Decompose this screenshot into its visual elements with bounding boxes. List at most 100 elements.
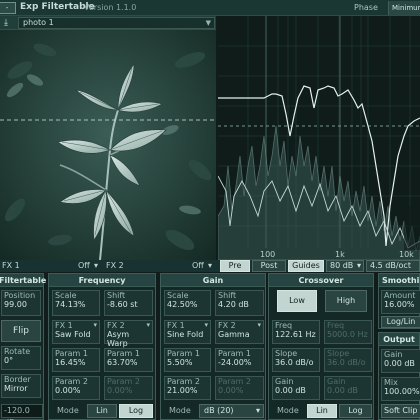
gain-scale-knob[interactable]: Scale 42.50%: [164, 290, 211, 316]
freq-param2a-knob[interactable]: Param 2 0.00%: [52, 376, 100, 400]
freq-scale-value: 74.13%: [55, 300, 86, 309]
freq-param1b-label: Param 1: [107, 349, 140, 358]
freq-param2b-knob[interactable]: Param 2 0.00%: [104, 376, 153, 400]
gain-param1b-knob[interactable]: Param 1 -24.00%: [215, 348, 264, 372]
freq-fx2-dropdown[interactable]: FX 2 Asym Warp ▾: [104, 320, 153, 348]
freq-param1a-label: Param 1: [55, 349, 88, 358]
freq-param1a-knob[interactable]: Param 1 16.45%: [52, 348, 100, 372]
fx-bar: FX 1 Off ▾ FX 2 Off ▾ Pre Post Guides 80…: [0, 260, 420, 272]
gain-param2b-knob[interactable]: Param 2 0.00%: [215, 376, 264, 400]
smoothing-title: Smoothing: [379, 274, 420, 287]
crossover-slope-label: Slope: [275, 349, 298, 358]
crossover-slope-knob[interactable]: Slope 36.0 dB/o: [272, 348, 320, 372]
image-select-bar: ⤓ photo 1 ▼: [0, 16, 216, 30]
image-fx1-label: FX 1: [2, 261, 20, 270]
crossover-high-button[interactable]: High: [325, 290, 367, 312]
output-gain-knob[interactable]: Gain 0.00 dB: [381, 349, 420, 373]
chevron-down-icon: ▾: [93, 321, 97, 329]
chevron-down-icon: ▾: [146, 321, 150, 329]
crossover-freq2-knob[interactable]: Freq 5000.0 Hz: [324, 320, 372, 344]
output-gain-value: 0.00 dB: [384, 359, 415, 368]
crossover-gain-knob[interactable]: Gain 0.00 dB: [272, 376, 320, 400]
guides-button[interactable]: Guides: [288, 260, 324, 272]
freq-fx2-label: FX 2: [107, 321, 125, 330]
chevron-down-icon: ▾: [204, 321, 208, 329]
spectrum-display[interactable]: 100 1k 10k: [218, 16, 420, 260]
flip-button[interactable]: Flip: [1, 320, 41, 342]
gain-param1b-value: -24.00%: [218, 358, 252, 367]
gain-param1a-knob[interactable]: Param 1 5.50%: [164, 348, 211, 372]
range-dropdown[interactable]: 80 dB ▾: [326, 260, 364, 272]
crossover-low-button[interactable]: Low: [277, 290, 317, 312]
smoothing-loglin-button[interactable]: Log/Lin: [381, 316, 420, 328]
crossover-lin-button[interactable]: Lin: [307, 404, 337, 418]
freq-scale-knob[interactable]: Scale 74.13%: [52, 290, 100, 316]
output-mix-value: 100.00%: [384, 387, 420, 396]
freq-lin-button[interactable]: Lin: [87, 404, 117, 418]
gain-fx1-label: FX 1: [167, 321, 185, 330]
chevron-down-icon: ▾: [94, 261, 99, 270]
freq-shift-knob[interactable]: Shift -8.60 st: [104, 290, 153, 316]
crossover-mode-label: Mode: [277, 406, 299, 415]
range-readout: -120.0 dB: [1, 404, 43, 420]
gain-fx2-label: FX 2: [218, 321, 236, 330]
position-value: 99.00: [4, 300, 27, 309]
load-image-icon[interactable]: ⤓: [4, 18, 14, 28]
rotate-value: 0°: [4, 356, 14, 365]
menu-button[interactable]: -: [0, 2, 16, 14]
gain-title: Gain: [161, 274, 265, 287]
gain-param2a-knob[interactable]: Param 2 21.00%: [164, 376, 211, 400]
crossover-log-button[interactable]: Log: [339, 404, 372, 418]
freq-fx2-value: Asym Warp: [107, 330, 130, 348]
crossover-freq2-label: Freq: [327, 321, 345, 330]
freq-log-button[interactable]: Log: [119, 404, 153, 418]
post-button[interactable]: Post: [252, 260, 286, 272]
gain-shift-knob[interactable]: Shift 4.20 dB: [215, 290, 264, 316]
crossover-freq-knob[interactable]: Freq 122.61 Hz: [272, 320, 320, 344]
freq-param2a-value: 0.00%: [55, 386, 81, 395]
tick-1k: 1k: [335, 250, 345, 259]
frequency-panel: Frequency Scale 74.13% Shift -8.60 st FX…: [48, 273, 156, 420]
gain-fx2-dropdown[interactable]: FX 2 Gamma ▾: [215, 320, 264, 344]
smoothing-amount-knob[interactable]: Amount 16.00%: [381, 290, 420, 314]
phase-label: Phase: [354, 3, 378, 12]
border-dropdown[interactable]: Border Mirror: [1, 374, 41, 398]
gain-fx2-value: Gamma: [218, 330, 250, 339]
crossover-gain2-knob[interactable]: Gain 0.00 dB: [324, 376, 372, 400]
pre-button[interactable]: Pre: [220, 260, 250, 272]
output-mix-knob[interactable]: Mix 100.00%: [381, 377, 420, 401]
freq-shift-value: -8.60 st: [107, 300, 138, 309]
crossover-gain-label: Gain: [275, 377, 294, 386]
freq-param1b-value: 63.70%: [107, 358, 138, 367]
position-knob[interactable]: Position 99.00: [1, 290, 41, 316]
output-panel: Output Gain 0.00 dB Mix 100.00% Soft Cli…: [378, 332, 420, 420]
gain-param2a-label: Param 2: [167, 377, 200, 386]
border-label: Border: [4, 375, 31, 384]
freq-scale-label: Scale: [55, 291, 77, 300]
freq-fx1-dropdown[interactable]: FX 1 Saw Fold ▾: [52, 320, 100, 344]
filtertable-image[interactable]: [0, 30, 216, 260]
crossover-gain2-label: Gain: [327, 377, 346, 386]
freq-fx1-label: FX 1: [55, 321, 73, 330]
image-fx2-dropdown[interactable]: Off: [192, 261, 204, 270]
output-title: Output: [379, 333, 419, 346]
soft-clip-button[interactable]: Soft Clip: [381, 404, 420, 418]
freq-param2a-label: Param 2: [55, 377, 88, 386]
slope-value: 4.5 dB/oct: [370, 261, 411, 270]
gain-fx1-dropdown[interactable]: FX 1 Sine Fold ▾: [164, 320, 211, 344]
freq-param1b-knob[interactable]: Param 1 63.70%: [104, 348, 153, 372]
gain-scale-value: 42.50%: [167, 300, 198, 309]
rotate-dropdown[interactable]: Rotate 0°: [1, 346, 41, 370]
gain-mode-value: dB (20): [204, 406, 234, 415]
gain-param1b-label: Param 1: [218, 349, 251, 358]
gain-mode-label: Mode: [169, 406, 191, 415]
smoothing-amount-value: 16.00%: [384, 300, 415, 309]
slope-dropdown[interactable]: 4.5 dB/oct: [366, 260, 420, 272]
phase-mode-dropdown[interactable]: Minimum: [388, 1, 420, 15]
gain-mode-dropdown[interactable]: dB (20) ▾: [199, 404, 264, 418]
chevron-down-icon: ▾: [356, 261, 361, 270]
crossover-slope2-knob[interactable]: Slope 36.0 dB/o: [324, 348, 372, 372]
image-select-dropdown[interactable]: photo 1 ▼: [18, 17, 215, 29]
image-fx1-dropdown[interactable]: Off: [78, 261, 90, 270]
gain-param2a-value: 21.00%: [167, 386, 198, 395]
